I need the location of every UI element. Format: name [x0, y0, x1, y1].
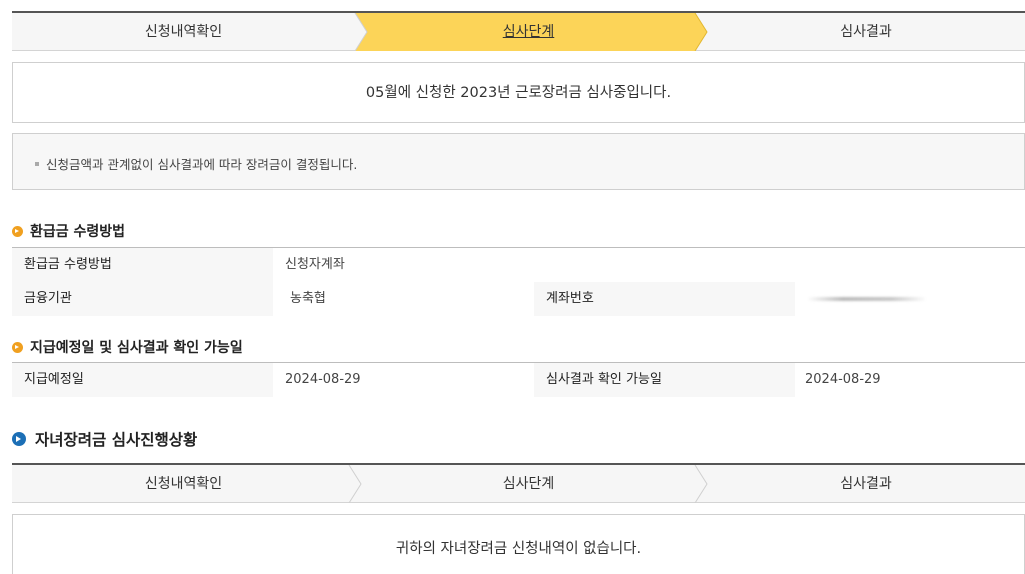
child-title-text: 자녀장려금 심사진행상황 — [35, 431, 198, 449]
account-label: 계좌번호 — [534, 282, 795, 316]
pay-date-label: 지급예정일 — [12, 363, 273, 397]
schedule-table: 지급예정일 2024-08-29 심사결과 확인 가능일 2024-08-29 — [12, 362, 1025, 397]
bullet-icon — [35, 161, 39, 166]
result-date-label: 심사결과 확인 가능일 — [534, 363, 795, 397]
child-step-apply-check: 신청내역확인 — [144, 476, 223, 492]
child-section-title: 자녀장려금 심사진행상황 — [12, 428, 197, 450]
table-row: 금융기관 농축협 계좌번호 — [12, 282, 1025, 316]
refund-table: 환급금 수령방법 신청자계좌 금융기관 농축협 계좌번호 — [12, 247, 1025, 316]
step-apply-check: 신청내역확인 — [144, 24, 223, 40]
refund-title-text: 환급금 수령방법 — [30, 224, 126, 240]
arrow-circle-icon — [12, 341, 23, 353]
bank-label: 금융기관 — [12, 282, 273, 316]
child-message: 귀하의 자녀장려금 신청내역이 없습니다. — [395, 541, 642, 557]
pay-date-value: 2024-08-29 — [273, 363, 534, 397]
arrow-circle-icon — [12, 432, 26, 446]
account-value — [795, 282, 1025, 316]
schedule-title-text: 지급예정일 및 심사결과 확인 가능일 — [30, 340, 243, 356]
refund-method-value: 신청자계좌 — [273, 248, 1025, 282]
table-row: 환급금 수령방법 신청자계좌 — [12, 248, 1025, 282]
blurred-account-number — [807, 297, 927, 301]
notice-box: 신청금액과 관계없이 심사결과에 따라 장려금이 결정됩니다. — [12, 133, 1025, 190]
notice-text: 신청금액과 관계없이 심사결과에 따라 장려금이 결정됩니다. — [46, 157, 358, 172]
bank-value: 농축협 — [273, 282, 534, 316]
status-box: 05월에 신청한 2023년 근로장려금 심사중입니다. — [12, 62, 1025, 123]
refund-method-label: 환급금 수령방법 — [12, 248, 273, 282]
top-step-bar: 신청내역확인 심사단계 심사결과 — [12, 11, 1025, 51]
step-review-label: 심사단계 — [502, 24, 555, 40]
refund-section-title: 환급금 수령방법 — [12, 221, 125, 241]
child-message-box: 귀하의 자녀장려금 신청내역이 없습니다. — [12, 514, 1025, 574]
table-row: 지급예정일 2024-08-29 심사결과 확인 가능일 2024-08-29 — [12, 363, 1025, 397]
status-message: 05월에 신청한 2023년 근로장려금 심사중입니다. — [365, 85, 672, 101]
arrow-circle-icon — [12, 225, 23, 237]
step-result: 심사결과 — [840, 24, 892, 40]
schedule-section-title: 지급예정일 및 심사결과 확인 가능일 — [12, 337, 243, 357]
result-date-value: 2024-08-29 — [795, 363, 1025, 397]
child-step-result: 심사결과 — [840, 476, 892, 492]
step-review[interactable]: 심사단계 — [362, 13, 695, 51]
child-step-review: 심사단계 — [502, 476, 555, 492]
notice-line: 신청금액과 관계없이 심사결과에 따라 장려금이 결정됩니다. — [35, 154, 357, 173]
child-step-bar: 신청내역확인 심사단계 심사결과 — [12, 463, 1025, 503]
